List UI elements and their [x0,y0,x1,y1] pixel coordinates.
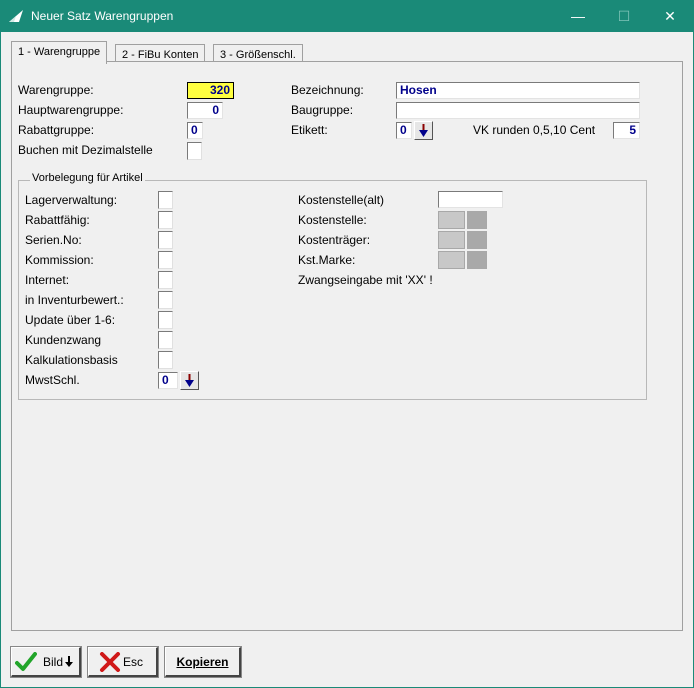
kundenzwang-checkbox[interactable] [158,331,173,349]
update-checkbox[interactable] [158,311,173,329]
update-label: Update über 1-6: [25,313,116,327]
arrow-down-icon [185,374,194,387]
etikett-dropdown-button[interactable] [414,121,433,140]
bild-button-label: Bild [43,654,64,669]
kopieren-button[interactable]: Kopieren [164,646,242,678]
warengruppe-label: Warengruppe: [18,83,94,97]
mwstschl-input[interactable]: 0 [158,372,178,389]
dezimalstelle-label: Buchen mit Dezimalstelle [18,143,153,157]
kalkulationsbasis-label: Kalkulationsbasis [25,353,118,367]
hauptwarengruppe-input[interactable]: 0 [187,102,223,119]
kommission-checkbox[interactable] [158,251,173,269]
tab-warengruppe[interactable]: 1 - Warengruppe [11,41,108,64]
mwstschl-dropdown-button[interactable] [180,371,199,390]
esc-button[interactable]: Esc [87,646,159,678]
serien-no-checkbox[interactable] [158,231,173,249]
title-bar: Neuer Satz Warengruppen — ☐ ✕ [0,0,694,32]
rabattfaehig-checkbox[interactable] [158,211,173,229]
internet-checkbox[interactable] [158,271,173,289]
etikett-label: Etikett: [291,123,328,137]
maximize-button[interactable]: ☐ [609,6,639,26]
arrow-down-icon [65,656,74,667]
kstmarke-label: Kst.Marke: [298,253,356,267]
internet-label: Internet: [25,273,70,287]
hauptwarengruppe-label: Hauptwarengruppe: [18,103,124,117]
etikett-input[interactable]: 0 [396,122,412,139]
kostenstelle-alt-input[interactable] [438,191,503,208]
dezimalstelle-checkbox[interactable] [187,142,202,160]
x-mark-icon [100,651,120,672]
kostentraeger-field[interactable] [438,231,465,249]
arrow-down-icon [419,124,428,137]
kostenstelle-label: Kostenstelle: [298,213,367,227]
bild-down-button[interactable]: Bild [10,646,82,678]
warengruppe-input[interactable]: 320 [187,82,234,99]
minimize-button[interactable]: — [563,6,593,26]
kstmarke-lookup-button[interactable] [467,251,487,269]
kundenzwang-label: Kundenzwang [25,333,102,347]
vk-runden-label: VK runden 0,5,10 Cent [473,123,596,137]
inventurbewert-label: in Inventurbewert.: [25,293,124,307]
lagerverwaltung-label: Lagerverwaltung: [25,193,118,207]
close-button[interactable]: ✕ [655,6,685,26]
app-logo-icon [9,10,23,22]
kopieren-button-label: Kopieren [176,654,229,669]
vk-runden-input[interactable]: 5 [613,122,640,139]
kostenstelle-field[interactable] [438,211,465,229]
serien-no-label: Serien.No: [25,233,82,247]
bezeichnung-input[interactable]: Hosen [396,82,640,99]
kostenstelle-alt-label: Kostenstelle(alt) [298,193,385,207]
baugruppe-input[interactable] [396,102,640,119]
kalkulationsbasis-checkbox[interactable] [158,351,173,369]
kostentraeger-label: Kostenträger: [298,233,371,247]
zwangseingabe-note: Zwangseingabe mit 'XX' ! [298,273,433,287]
kostentraeger-lookup-button[interactable] [467,231,487,249]
inventurbewert-checkbox[interactable] [158,291,173,309]
vorbelegung-group-title: Vorbelegung für Artikel [30,172,145,184]
rabattgruppe-input[interactable]: 0 [187,122,203,139]
lagerverwaltung-checkbox[interactable] [158,191,173,209]
checkmark-icon [15,651,37,671]
rabattgruppe-label: Rabattgruppe: [18,123,95,137]
kommission-label: Kommission: [25,253,94,267]
mwstschl-label: MwstSchl. [25,373,80,387]
bezeichnung-label: Bezeichnung: [291,83,364,97]
esc-button-label: Esc [123,654,144,669]
kostenstelle-lookup-button[interactable] [467,211,487,229]
kstmarke-field[interactable] [438,251,465,269]
rabattfaehig-label: Rabattfähig: [25,213,90,227]
baugruppe-label: Baugruppe: [291,103,354,117]
window-title: Neuer Satz Warengruppen [31,9,174,23]
